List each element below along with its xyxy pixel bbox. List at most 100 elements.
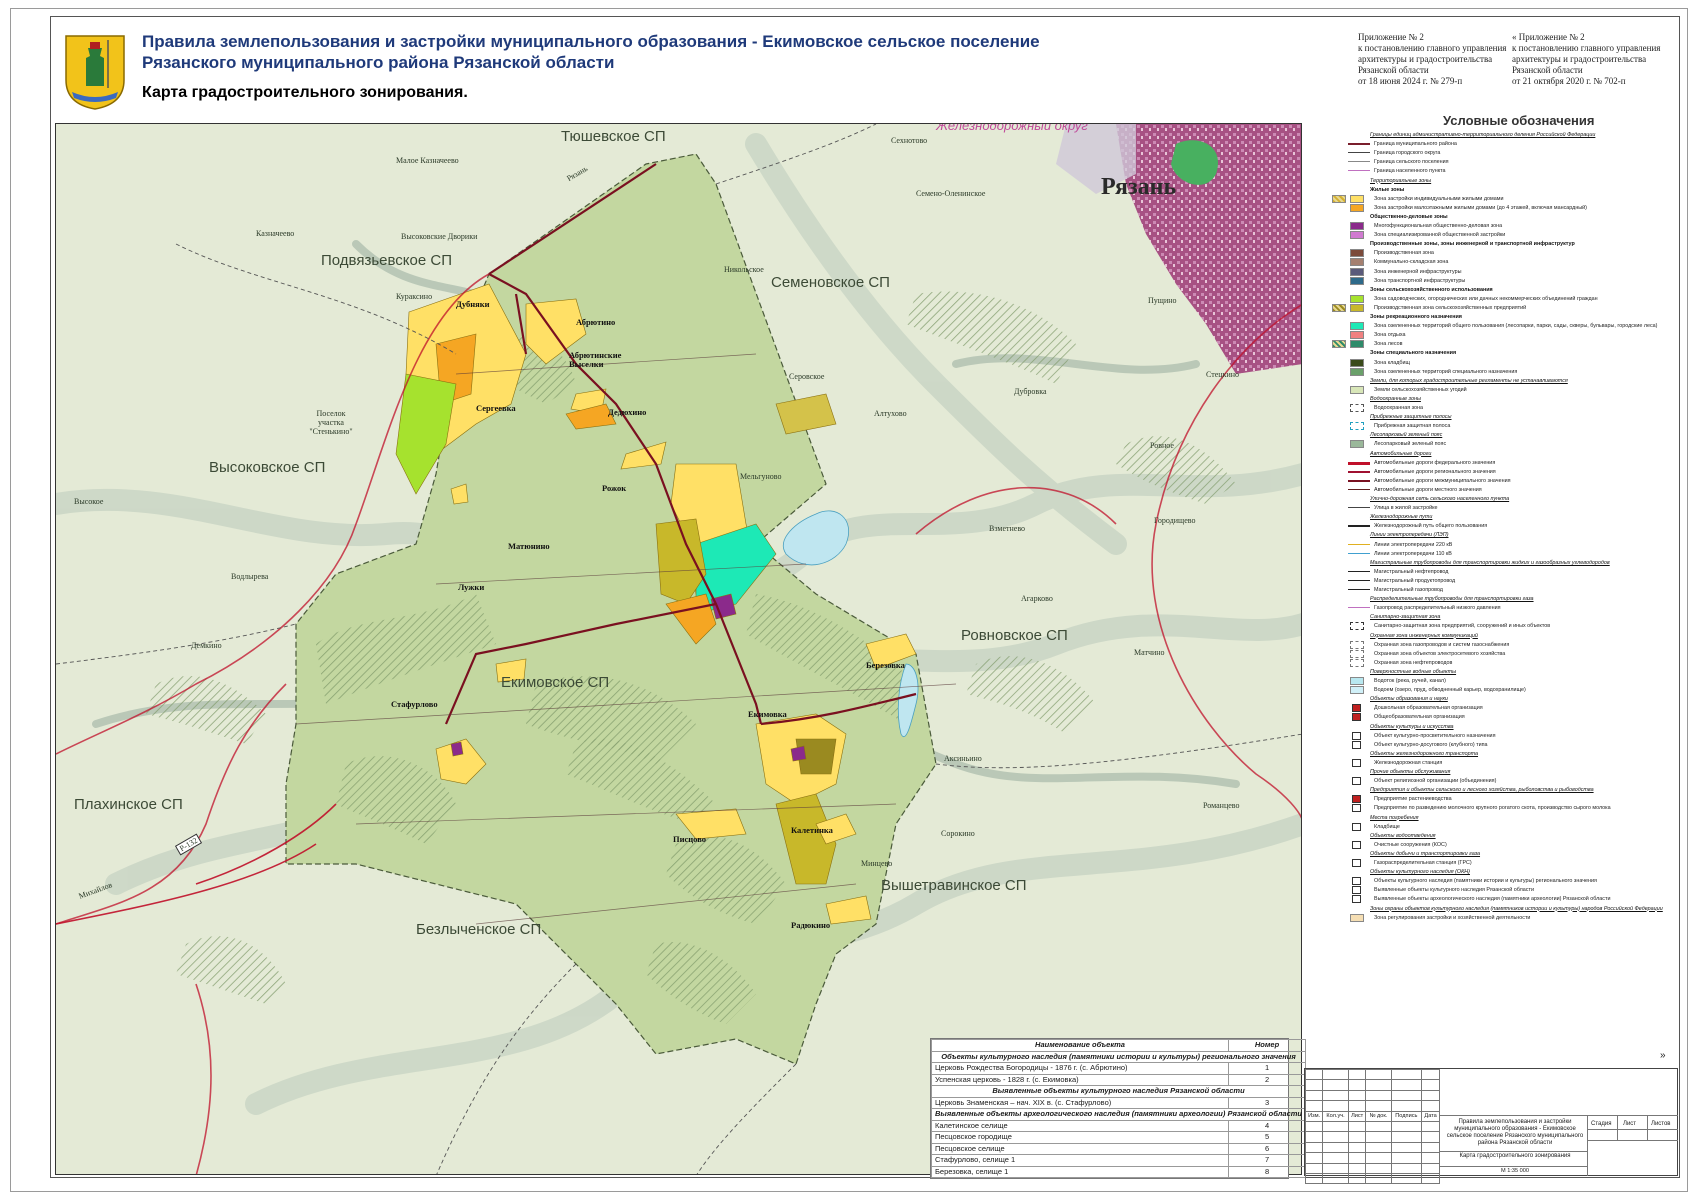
zoning-map[interactable]: Тюшевское СП Подвязьевское СП Семеновско… [55,123,1302,1175]
legend-line [1348,152,1370,154]
legend-line [1348,589,1370,590]
village-label: Казначеево [256,229,295,238]
legend-symbol-icon [1352,704,1361,713]
stamp-stage: Стадия [1591,1121,1612,1127]
appendix-left-line: от 18 июня 2024 г. № 279-п [1358,76,1463,86]
village-label: Лужки [458,582,485,592]
village-label: Минцево [861,859,893,868]
legend-line [1348,552,1370,554]
map-canvas [56,124,1301,1174]
stamp-line [1587,1129,1678,1130]
village-label: Дедюхино [608,407,647,417]
village-label: Матюнино [508,541,550,551]
appendix-right-line: архитектуры и градостроительства [1512,54,1647,64]
table-cell: Песцовское селище [930,1142,1230,1155]
legend-swatch [1350,258,1364,267]
legend-symbol-icon [1352,740,1361,749]
area-label: Семеновское СП [771,274,890,291]
stamp-sheet-title: Карта градостроительного зонирования [1459,1153,1571,1159]
legend-symbol-icon [1352,758,1361,767]
legend-swatch [1350,658,1364,667]
legend-symbol-icon [1352,859,1361,867]
table-cell: 8 [1228,1165,1307,1178]
table-section: Выявленные объекты культурного наследия … [930,1085,1307,1098]
legend-title: Условные обозначения [1443,113,1595,128]
legend-line [1348,570,1370,572]
stamp-line [1440,1166,1587,1167]
village-label: Дубровка [1014,387,1047,396]
village-label: Рожок [602,483,627,493]
village-label: Поселок участка "Стенькино" [309,409,353,436]
area-label: Высоковское СП [209,459,326,476]
stamp-col: Кол.уч. [1322,1110,1349,1122]
legend-line [1348,143,1370,146]
legend-line [1348,507,1370,509]
legend-line [1348,161,1370,163]
appendix-right-line: от 21 октября 2020 г. № 702-п [1512,76,1626,86]
table-cell: 6 [1228,1142,1307,1155]
stamp-line [1617,1115,1618,1140]
table-row: Песцовское городище 5 [930,1131,1307,1144]
table-cell: 1 [1228,1062,1307,1075]
stamp-sheets: Листов [1651,1121,1671,1127]
table-header-name: Наименование объекта [930,1039,1230,1052]
legend-symbol-icon [1352,804,1361,813]
legend-symbol-icon [1352,840,1361,849]
village-label: Сорокино [941,829,975,838]
title-line2: Рязанского муниципального района Рязанск… [142,53,615,72]
ryazan-coat-of-arms-icon [65,35,125,110]
chevron-right-icon: » [1660,1050,1666,1061]
legend-swatch [1350,677,1364,685]
village-label: Радюкино [791,920,831,930]
area-label: Подвязьевское СП [321,252,453,269]
table-cell: Песцовское городище [930,1131,1230,1144]
legend-swatch [1350,640,1364,649]
village-label: Писцово [673,834,706,844]
table-cell: 2 [1228,1073,1307,1086]
table-header-num: Номер [1228,1039,1307,1052]
legend-swatch [1350,203,1364,212]
table-row: Церковь Рождества Богородицы - 1876 г. (… [930,1062,1307,1075]
legend-swatch [1350,404,1364,412]
village-label: Высоковские Дворики [401,232,478,241]
area-label: Тюшевское СП [561,128,666,145]
table-cell: Успенская церковь - 1828 г. (с. Екимовка… [930,1073,1230,1086]
legend-line [1348,170,1370,172]
legend-line [1348,607,1370,609]
village-label: Алтухово [874,409,907,418]
appendix-left-line: архитектуры и градостроительства [1358,54,1493,64]
table-row: Березовка, селище 18 [930,1165,1307,1178]
legend-symbol-icon [1352,886,1361,895]
village-label: Кураксино [396,292,433,301]
legend-swatch [1332,194,1346,203]
legend-label: Зона регулирования застройки и хозяйстве… [1374,914,1531,921]
stamp-sheet: Лист [1623,1121,1637,1127]
legend-swatch [1350,331,1364,340]
stamp-col: Дата [1421,1110,1440,1122]
legend-line [1348,525,1370,528]
legend-symbol-icon [1352,822,1361,831]
legend-swatch [1350,340,1364,349]
area-label: Безлыченское СП [416,921,542,938]
stamp-line [1440,1115,1678,1116]
village-label: Сергеевка [476,403,516,413]
title-line1: Правила землепользования и застройки мун… [142,32,1040,51]
appendix-right-line: к постановлению главного управления [1512,43,1661,53]
village-label: Агарково [1021,594,1053,603]
map-subtitle: Карта градостроительного зонирования. [142,84,468,101]
village-label: Серовское [789,372,825,381]
village-label: Стафурлово [391,699,438,709]
village-label: Абрютинские Выселки [569,350,622,369]
legend-swatch [1350,440,1364,449]
objects-table: Наименование объекта Номер Объекты культу… [930,1038,1307,1179]
legend-line [1348,543,1370,545]
appendix-left-line: Приложение № 2 [1358,32,1424,42]
village-label: Абрютино [576,317,616,327]
stamp-col: Подпись [1390,1110,1423,1122]
legend-swatch [1332,340,1346,349]
village-label: Ровное [1150,441,1174,450]
legend-swatch [1350,385,1364,394]
legend-symbol-icon [1352,877,1361,886]
legend-swatch [1350,222,1364,230]
table-cell: Церковь Рождества Богородицы - 1876 г. (… [930,1062,1230,1075]
